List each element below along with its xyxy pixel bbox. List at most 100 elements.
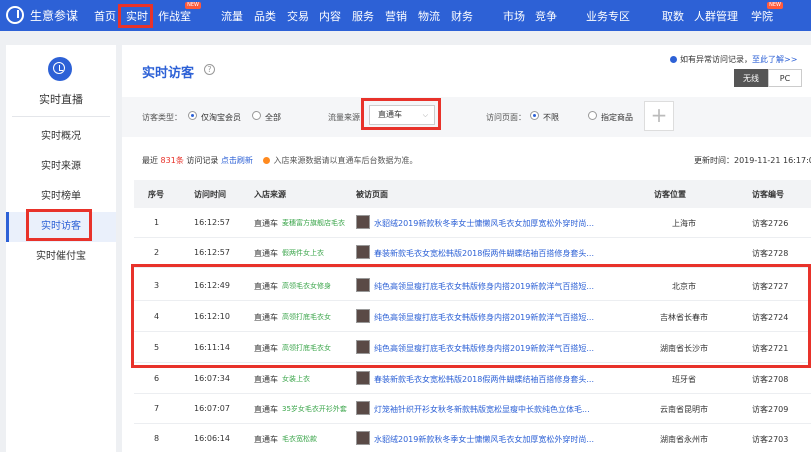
nav-crowd-management[interactable]: 人群管理 [694,8,738,24]
product-thumbnail [356,215,370,229]
visit-page-option: 指定商品 [601,113,633,122]
column-header: 访客编号 [752,190,784,199]
row-time: 16:12:57 [194,248,230,257]
nav-competition[interactable]: 竞争 [535,8,557,24]
nav-content[interactable]: 内容 [319,8,341,24]
divider [12,116,110,117]
table-header: 序号 访问时间 入店来源 被访页面 访客位置 访客编号 [134,180,811,208]
update-time: 更新时间：2019-11-21 16:17:0 [694,156,811,165]
add-product-button[interactable]: + [644,101,674,131]
device-toggle: 无线 PC [734,69,802,87]
table-row: 6 16:07:34 直通车 女装上衣 春装新款毛衣女宽松韩版2018假两件蝴蝶… [134,364,811,394]
logo-icon [6,6,24,24]
row-source: 直通车 [254,405,278,414]
nav-transaction[interactable]: 交易 [287,8,309,24]
highlight-box [26,209,92,241]
visitor-type-option: 仅淘宝会员 [201,113,241,122]
row-visitor-id: 访客2726 [752,219,789,228]
row-location: 云南省昆明市 [660,405,708,414]
row-seq: 2 [154,248,160,257]
product-thumbnail [356,431,370,445]
nav-logistics[interactable]: 物流 [418,8,440,24]
visit-page-option: 不限 [543,113,559,122]
row-visitor-id: 访客2728 [752,249,789,258]
sidebar-item-ranking[interactable]: 实时榜单 [6,182,116,212]
nav-finance[interactable]: 财务 [451,8,473,24]
row-visitor-id: 访客2709 [752,405,789,414]
row-visitor-id: 访客2703 [752,435,789,444]
table-row: 1 16:12:57 直通车 麦穗富方旗舰店毛衣 水貂绒2019新款秋冬季女士慵… [134,208,811,238]
warning-text: 入店来源数据请以直通车后台数据为准。 [273,156,418,165]
table-row: 7 16:07:07 直通车 35岁女毛衣开衫外套 灯笼袖针织开衫女秋冬新款韩版… [134,394,811,424]
table-row: 8 16:06:14 直通车 毛衣宽松款 水貂绒2019新款秋冬季女士慵懒风毛衣… [134,424,811,452]
column-header: 序号 [148,190,164,199]
page-title: 实时访客 [142,66,195,81]
nav-business-zone[interactable]: 业务专区 [586,8,630,24]
row-keyword: 麦穗富方旗舰店毛衣 [282,219,345,227]
product-thumbnail [356,401,370,415]
column-header: 被访页面 [356,190,388,199]
warning-icon [263,157,271,164]
row-page-link[interactable]: 春装新款毛衣女宽松韩版2018假两件蝴蝶结袖百搭修身套头... [374,248,594,259]
column-header: 访客位置 [654,190,686,199]
sidebar-title: 实时直播 [39,93,83,106]
nav-service[interactable]: 服务 [352,8,374,24]
sidebar: 实时直播 实时概况 实时来源 实时榜单 实时访客 实时催付宝 [6,45,116,452]
filter-bar: 访客类型： 仅淘宝会员 全部 流量来源 直通车 ⌵ 访问页面： 不限 指定商品 + [122,97,811,137]
radio-members-only[interactable] [188,111,197,120]
tab-wireless[interactable]: 无线 [734,69,768,87]
row-source: 直通车 [254,435,278,444]
nav-academy[interactable]: 学院 NEW [751,2,783,24]
row-location: 湖南省永州市 [660,435,708,444]
row-seq: 8 [154,434,160,443]
sidebar-item-payment-reminder[interactable]: 实时催付宝 [6,242,116,272]
row-page-link[interactable]: 春装新款毛衣女宽松韩版2018假两件蝴蝶结袖百搭修身套头... [374,374,594,385]
row-keyword: 女装上衣 [282,375,310,383]
nav-category[interactable]: 品类 [254,8,276,24]
nav-data-fetch[interactable]: 取数 [662,8,684,24]
logo-text: 生意参谋 [30,8,79,23]
sidebar-item-overview[interactable]: 实时概况 [6,122,116,152]
visit-page-label: 访问页面： [486,113,526,122]
nav-market[interactable]: 市场 [503,8,525,24]
nav-home[interactable]: 首页 [94,8,116,24]
radio-unlimited[interactable] [530,111,539,120]
row-location: 上海市 [672,219,696,228]
row-time: 16:06:14 [194,434,230,443]
row-page-link[interactable]: 水貂绒2019新款秋冬季女士慵懒风毛衣女加厚宽松外穿时尚... [374,434,594,445]
highlight-box [361,98,441,130]
row-source: 直通车 [254,219,278,228]
row-keyword: 假两件女上衣 [282,249,324,257]
visitor-type-option: 全部 [265,113,281,122]
row-visitor-id: 访客2708 [752,375,789,384]
record-count: 831条 [160,156,184,165]
nav-marketing[interactable]: 营销 [385,8,407,24]
row-location: 班牙省 [672,375,696,384]
nav-traffic[interactable]: 流量 [221,8,243,24]
row-time: 16:07:34 [194,374,230,383]
highlight-box [118,4,153,28]
tab-pc[interactable]: PC [768,69,802,87]
refresh-link[interactable]: 点击刷新 [221,156,253,165]
row-source: 直通车 [254,375,278,384]
column-header: 入店来源 [254,190,286,199]
help-icon[interactable]: ? [204,64,215,75]
nav-war-room[interactable]: 作战室 NEW [158,2,201,24]
new-badge: NEW [767,2,783,9]
traffic-source-label: 流量来源 [328,113,360,122]
radio-specific-product[interactable] [588,111,597,120]
sidebar-item-source[interactable]: 实时来源 [6,152,116,182]
row-seq: 7 [154,404,160,413]
row-page-link[interactable]: 水貂绒2019新款秋冬季女士慵懒风毛衣女加厚宽松外穿时尚... [374,218,594,229]
notice: 如有异常访问记录，至此了解>> [670,54,797,65]
logo[interactable]: 生意参谋 [6,6,78,24]
column-header: 访问时间 [194,190,226,199]
row-page-link[interactable]: 灯笼袖针织开衫女秋冬新款韩版宽松显瘦中长款纯色立体毛... [374,404,590,415]
row-seq: 6 [154,374,160,383]
product-thumbnail [356,245,370,259]
new-badge: NEW [185,2,201,9]
radio-all[interactable] [252,111,261,120]
summary-line: 最近 831条 访问记录 点击刷新 入店来源数据请以直通车后台数据为准。 [142,156,418,165]
notice-link[interactable]: 至此了解>> [752,55,797,64]
clock-icon [48,57,72,81]
